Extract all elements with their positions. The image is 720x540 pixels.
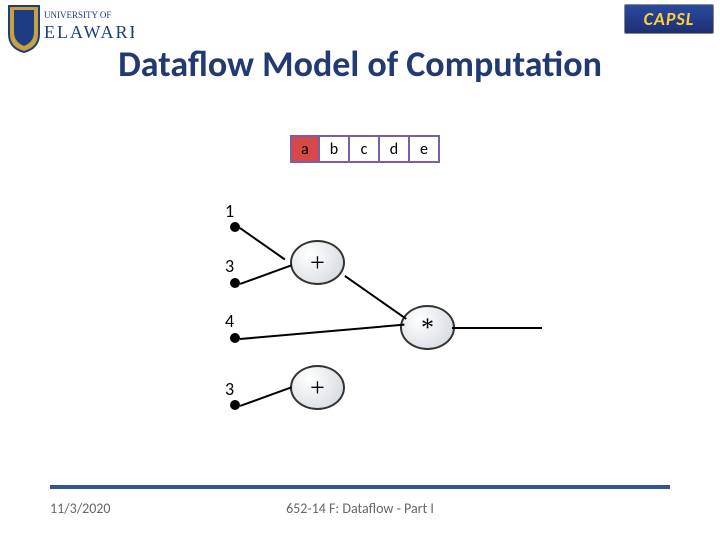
- token-label-3b: 3: [225, 378, 234, 400]
- box-b: b: [320, 135, 350, 163]
- token-label-3a: 3: [225, 255, 234, 277]
- slide-title: Dataflow Model of Computation: [0, 42, 720, 86]
- box-d: d: [380, 135, 410, 163]
- footer-divider: [50, 485, 670, 489]
- footer-course: 652-14 F: Dataflow - Part I: [0, 500, 720, 517]
- operator-plus-1: +: [290, 240, 345, 285]
- token-label-4: 4: [225, 310, 234, 332]
- token-label-1: 1: [225, 200, 234, 222]
- ud-text-bottom: ELAWARE: [44, 22, 134, 42]
- operator-star: *: [400, 305, 455, 350]
- capsl-text: CAPSL: [644, 8, 695, 30]
- edge: [240, 386, 292, 406]
- operator-plus-2: +: [290, 365, 345, 410]
- ud-text-top: UNIVERSITY OF: [44, 10, 111, 20]
- token-dot-3a: [230, 278, 240, 288]
- edge: [240, 227, 286, 260]
- token-dot-3b: [230, 400, 240, 410]
- edge: [240, 324, 405, 340]
- token-dot-4: [230, 333, 240, 343]
- box-a: a: [290, 135, 320, 163]
- slide: UNIVERSITY OF ELAWARE CAPSL Dataflow Mod…: [0, 0, 720, 540]
- letter-boxes: a b c d e: [290, 135, 440, 163]
- box-e: e: [410, 135, 440, 163]
- edge: [240, 264, 292, 284]
- edge: [452, 327, 542, 329]
- edge: [345, 275, 407, 319]
- logo-capsl: CAPSL: [624, 4, 714, 34]
- box-c: c: [350, 135, 380, 163]
- token-dot-1: [230, 222, 240, 232]
